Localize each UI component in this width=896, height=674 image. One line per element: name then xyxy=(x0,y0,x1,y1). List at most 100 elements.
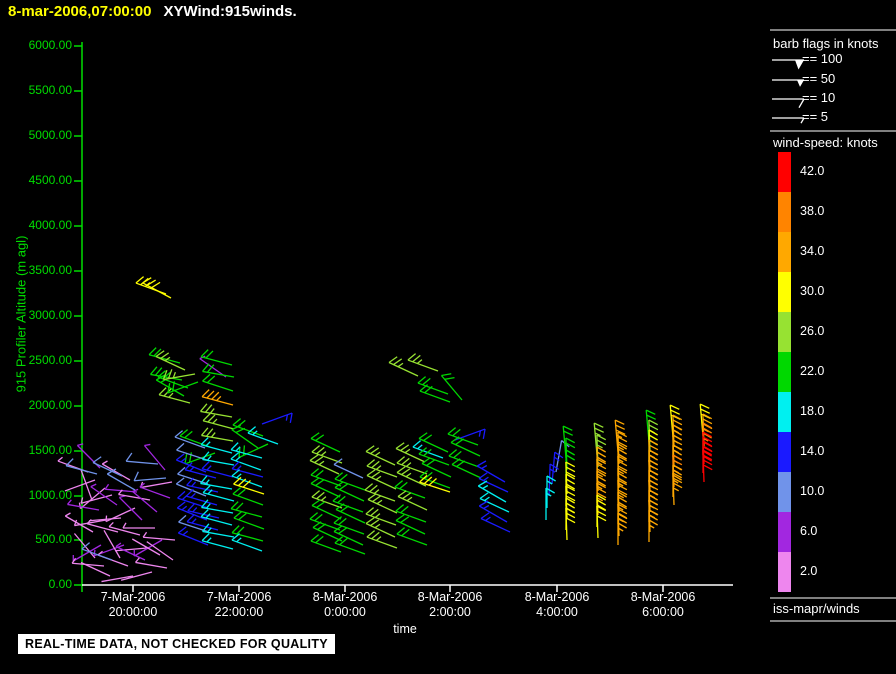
wind-barb-tick xyxy=(394,480,404,488)
title-plot-name: XYWind:915winds. xyxy=(163,3,297,20)
y-tick-label: 2000.00 xyxy=(28,398,72,412)
wind-barb-tick xyxy=(412,440,422,448)
wind-barb-tick xyxy=(177,466,186,475)
wind-barb-halftick xyxy=(374,513,381,518)
colorbar-swatch xyxy=(778,272,791,312)
x-tick-label: 8-Mar-2006 6:00:00 xyxy=(630,590,696,619)
wind-barb-tick xyxy=(371,460,380,469)
wind-barb-tick xyxy=(371,531,380,540)
wind-barb-tick xyxy=(648,494,658,501)
wind-barb-tick xyxy=(309,512,319,520)
y-tick-label: 3000.00 xyxy=(28,308,72,322)
colorbar-swatch xyxy=(778,352,791,392)
wind-barb-staff xyxy=(105,507,136,523)
wind-barb-halftick xyxy=(181,495,188,501)
wind-barb-tick xyxy=(423,434,433,442)
wind-barb-tick xyxy=(648,454,658,461)
wind-barb-tick xyxy=(702,418,713,425)
wind-barb-tick xyxy=(672,419,683,426)
wind-barb-staff xyxy=(311,504,342,520)
colorbar-label: 14.0 xyxy=(800,444,825,458)
wind-barb-tick xyxy=(365,445,375,453)
wind-barb-halftick xyxy=(122,522,127,529)
wind-barb-tick xyxy=(395,504,405,512)
wind-barb-halftick xyxy=(142,531,148,538)
wind-barb-tick xyxy=(400,444,410,452)
colorbar-swatch xyxy=(778,312,791,352)
wind-barb-staff xyxy=(230,449,263,459)
wind-barb-staff xyxy=(146,541,174,561)
wind-barb-staff xyxy=(395,510,427,523)
wind-barb-staff xyxy=(103,529,121,559)
wind-barb-tick xyxy=(148,347,157,356)
wind-barb-staff xyxy=(118,493,151,501)
wind-barb-tick xyxy=(340,505,350,513)
wind-barb-tick xyxy=(407,353,417,361)
colorbar-label: 18.0 xyxy=(800,404,825,418)
wind-barb-halftick xyxy=(483,504,490,510)
wind-barb-halftick xyxy=(104,483,110,490)
wind-barb-tick xyxy=(417,376,427,384)
y-tick-label: 5500.00 xyxy=(28,83,72,97)
wind-barb-halftick xyxy=(182,530,189,536)
wind-barb-staff xyxy=(397,495,428,511)
wind-barb-tick xyxy=(316,491,325,500)
colorbar-label: 38.0 xyxy=(800,204,825,218)
wind-barb-halftick xyxy=(216,395,222,402)
wind-barb-tick xyxy=(447,427,457,435)
wind-barb-tick xyxy=(230,452,240,460)
wind-barb-halftick xyxy=(78,502,82,509)
wind-barb-tick xyxy=(158,387,167,396)
wind-barb-staff xyxy=(67,503,100,511)
wind-barb-tick xyxy=(311,445,321,453)
wind-barb-tick xyxy=(418,432,428,440)
wind-barb-halftick xyxy=(375,465,382,470)
wind-barb-tick xyxy=(617,512,627,519)
y-tick-label: 5000.00 xyxy=(28,128,72,142)
wind-barb-halftick xyxy=(191,481,197,487)
wind-barb-halftick xyxy=(417,444,423,450)
wind-barb-tick xyxy=(412,354,421,363)
wind-barb-tick xyxy=(672,444,682,451)
wind-barb-tick xyxy=(617,436,628,443)
wind-barb-staff xyxy=(155,355,186,371)
wind-barb-tick xyxy=(672,424,682,431)
wind-barb-staff xyxy=(80,494,113,504)
wind-barb-tick xyxy=(187,503,196,512)
wind-barb-tick xyxy=(202,373,211,382)
quality-banner: REAL-TIME DATA, NOT CHECKED FOR QUALITY xyxy=(18,634,335,654)
wind-barb-tick xyxy=(125,452,133,462)
y-tick-label: 1000.00 xyxy=(28,488,72,502)
wind-barb-tick xyxy=(315,479,325,487)
title-bar: 8-mar-2006,07:00:00 XYWind:915winds. xyxy=(8,3,297,20)
wind-barb-tick xyxy=(315,434,325,442)
wind-barb-halftick xyxy=(206,537,212,543)
wind-barb-tick xyxy=(314,456,324,464)
wind-barb-staff xyxy=(440,375,463,401)
wind-barb-tick xyxy=(478,500,489,507)
wind-barb-staff xyxy=(131,538,161,556)
colorbar-swatch xyxy=(778,552,791,592)
colorbar-label: 26.0 xyxy=(800,324,825,338)
wind-barb-tick xyxy=(672,429,682,436)
wind-barb-staff xyxy=(167,381,199,394)
wind-barb-staff xyxy=(367,498,398,514)
wind-barb-tick xyxy=(482,428,486,440)
wind-barb-tick xyxy=(310,432,320,440)
wind-barb-staff xyxy=(200,356,233,366)
wind-barb-halftick xyxy=(212,418,218,424)
wind-barb-staff xyxy=(174,436,206,449)
wind-barb-halftick xyxy=(374,451,381,457)
wind-barb-staff xyxy=(120,571,153,581)
wind-barb-tick xyxy=(366,459,376,467)
wind-barb-staff xyxy=(232,493,264,506)
wind-barb-tick xyxy=(648,514,658,521)
wind-barb-staff xyxy=(407,359,439,372)
wind-barb-tick xyxy=(648,474,658,481)
wind-barb-tick xyxy=(167,382,171,394)
wind-barb-staff xyxy=(418,453,450,466)
wind-barb-tick xyxy=(178,514,187,523)
x-axis-title: time xyxy=(393,622,417,636)
wind-barb-staff xyxy=(419,481,451,493)
wind-barb-halftick xyxy=(405,462,412,467)
